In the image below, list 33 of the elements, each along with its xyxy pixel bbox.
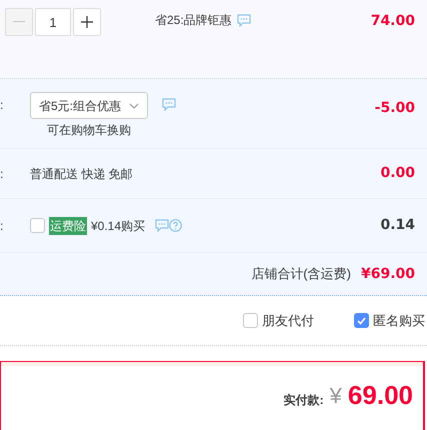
plus-icon xyxy=(81,16,93,28)
promotion-amount: -5.00 xyxy=(374,99,415,118)
insurance-offer: ¥0.14购买 xyxy=(91,218,146,234)
checkbox[interactable] xyxy=(243,313,258,328)
delivery-label: : xyxy=(0,166,4,182)
insurance-label: : xyxy=(0,218,4,234)
minus-icon xyxy=(13,21,25,23)
promotion-label: : xyxy=(0,97,4,114)
currency-symbol: ¥ xyxy=(330,382,342,410)
payment-label: 实付款: xyxy=(284,392,324,408)
delivery-method: 普通配送 快递 免邮 xyxy=(30,166,133,182)
payment-amount: 69.00 xyxy=(348,379,413,412)
comment-icon[interactable] xyxy=(162,98,176,111)
checkbox[interactable] xyxy=(354,313,369,328)
comment-icon[interactable] xyxy=(155,219,170,232)
check-icon xyxy=(357,316,366,324)
option-label[interactable]: 朋友代付 xyxy=(262,310,314,330)
help-icon[interactable] xyxy=(169,219,182,232)
insurance-amount: 0.14 xyxy=(380,216,415,235)
delivery-amount: 0.00 xyxy=(380,164,415,183)
item-price: 74.00 xyxy=(370,12,415,31)
promo-text: 省25:品牌钜惠 xyxy=(155,12,232,29)
shop-total-label: 店铺合计(含运费) xyxy=(251,265,351,284)
option-label[interactable]: 匿名购买 xyxy=(373,310,425,330)
promotion-hint: 可在购物车换购 xyxy=(47,122,131,139)
quantity-field[interactable]: 1 xyxy=(35,8,71,36)
shop-total-amount: ¥69.00 xyxy=(360,264,415,284)
checkbox[interactable] xyxy=(30,218,45,233)
insurance-badge: 运费险 xyxy=(49,216,87,234)
promotion-dropdown[interactable]: 省5元:组合优惠 xyxy=(30,92,148,119)
comment-icon[interactable] xyxy=(236,14,251,26)
chevron-down-icon xyxy=(129,102,140,108)
plus-button[interactable] xyxy=(73,8,101,36)
